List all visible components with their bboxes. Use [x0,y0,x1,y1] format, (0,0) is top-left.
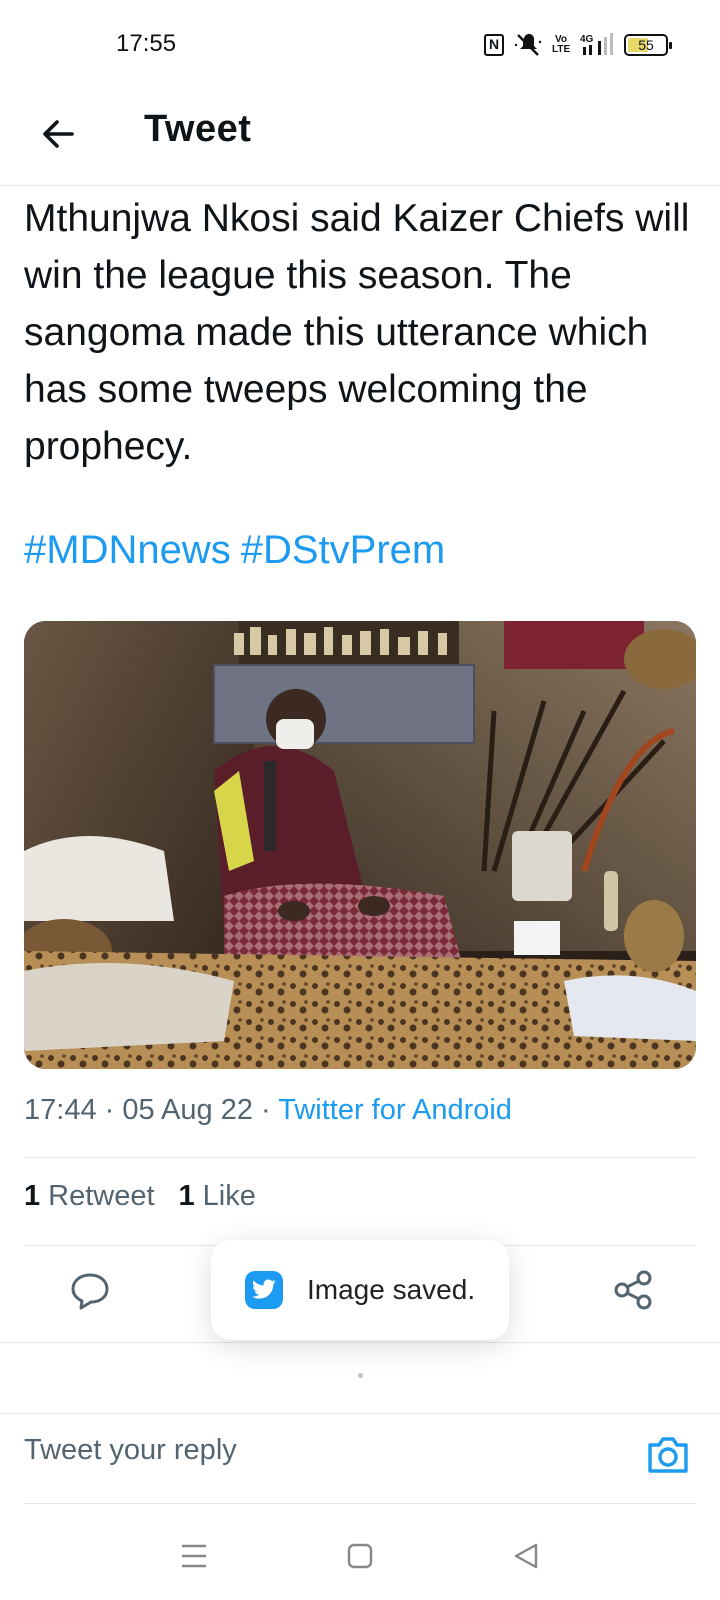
battery-icon: 55 [624,34,672,56]
divider [0,1342,720,1343]
reply-icon [71,1273,109,1310]
back-nav-button[interactable] [506,1536,546,1576]
likes-count: 1 [178,1180,195,1212]
system-nav-bar [0,1520,720,1600]
reply-bar: Tweet your reply [0,1412,720,1504]
signal-icon: 4G [580,33,613,55]
tweet-photo[interactable] [24,621,696,1069]
volte-icon: Vo LTE [552,34,571,55]
tweet-text: Mthunjwa Nkosi said Kaizer Chiefs will w… [24,197,690,468]
share-icon [614,1270,652,1310]
camera-button[interactable] [644,1430,692,1478]
nfc-icon: N [484,34,504,56]
page-indicator-dot [358,1373,363,1378]
reply-button[interactable] [64,1264,116,1316]
toast-notification: Image saved. [211,1240,509,1340]
share-button[interactable] [608,1264,660,1316]
likes-label: Like [202,1180,256,1212]
back-triangle-icon [514,1543,538,1569]
home-button[interactable] [340,1536,380,1576]
twitter-bird-icon [245,1271,283,1309]
arrow-left-icon [43,120,74,148]
divider [24,1157,696,1158]
status-bar: 17:55 N Vo LTE 4G 55 [0,0,720,92]
mute-icon [514,33,542,56]
likes-stat[interactable]: 1 Like [179,1180,256,1213]
tweet-source-link[interactable]: Twitter for Android [278,1094,512,1126]
reply-input[interactable]: Tweet your reply [24,1434,237,1467]
status-time: 17:55 [116,30,177,57]
hashtag-link[interactable]: #MDNnews [24,528,231,572]
menu-button[interactable] [174,1536,214,1576]
status-icons: N Vo LTE 4G 55 [484,30,672,60]
svg-text:4G: 4G [580,34,594,45]
hashtags: #MDNnews #DStvPrem [24,528,455,573]
back-button[interactable] [34,110,82,158]
tweet-timestamp: 17:44 · 05 Aug 22 · [24,1094,279,1126]
hashtag-link[interactable]: #DStvPrem [241,528,446,572]
retweets-stat[interactable]: 1 Retweet [24,1180,155,1213]
toast-text: Image saved. [307,1274,476,1305]
photo-illustration [24,621,696,1069]
home-square-icon [347,1543,373,1569]
page-title: Tweet [144,108,252,150]
divider [24,1503,696,1504]
tweet-stats: 1 Retweet 1 Like [24,1180,256,1213]
battery-level: 55 [638,37,654,53]
tweet-meta: 17:44 · 05 Aug 22 · Twitter for Android [24,1094,512,1127]
camera-icon [648,1437,688,1473]
retweets-label: Retweet [48,1180,155,1212]
retweets-count: 1 [24,1180,41,1212]
menu-icon [182,1544,206,1568]
app-header: Tweet [0,92,720,186]
